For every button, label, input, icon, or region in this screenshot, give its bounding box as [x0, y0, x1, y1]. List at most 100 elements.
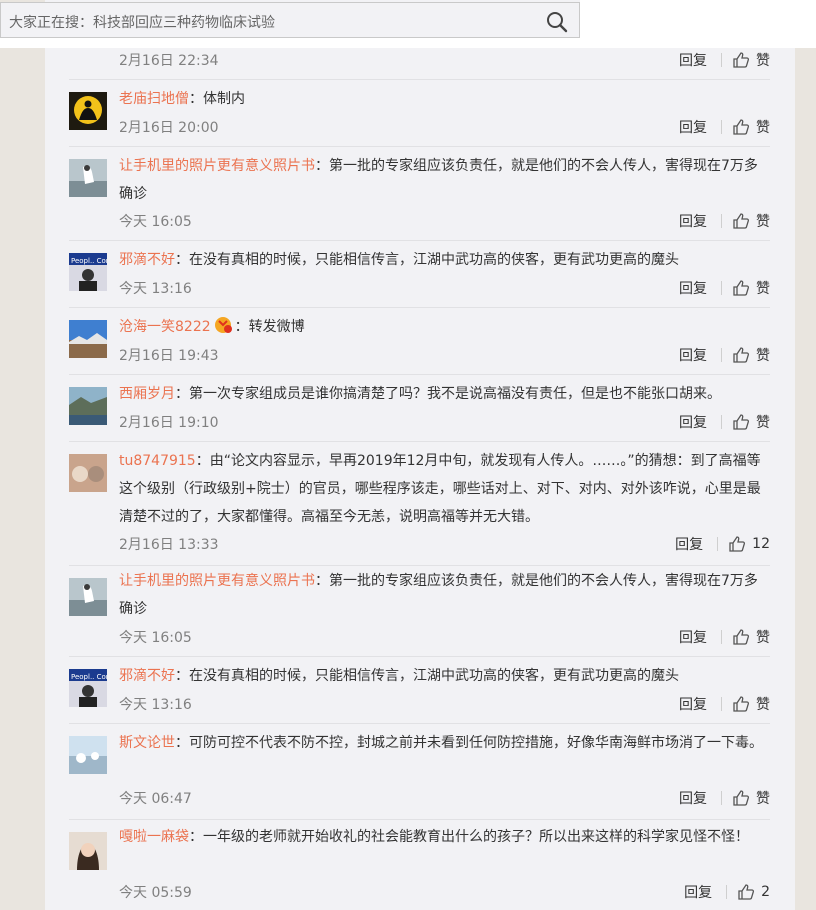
comment-body: 沧海一笑8222 ：转发微博: [119, 313, 769, 341]
thumbs-up-icon[interactable]: [732, 51, 750, 69]
comment-text: ：由“论文内容显示，早再2019年12月中旬，就发现有人传人。……。”的猜想：到…: [119, 453, 761, 525]
comment-body: 老庙扫地僧：体制内: [119, 85, 769, 113]
comment-text: ：一年级的老师就开始收礼的社会能教育出什么的孩子？所以出来这样的科学家见怪不怪！: [189, 829, 749, 845]
thumbs-up-icon[interactable]: [732, 346, 750, 364]
comment-item: 嘎啦一麻袋：一年级的老师就开始收礼的社会能教育出什么的孩子？所以出来这样的科学家…: [69, 820, 770, 908]
thumbs-up-icon[interactable]: [737, 883, 755, 901]
comment-item: 让手机里的照片更有意义照片书：第一批的专家组应该负责任，就是他们的不会人传人，害…: [69, 147, 770, 241]
comment-actions: 回复 赞: [679, 211, 770, 231]
avatar[interactable]: Peopl.. Cong: [69, 669, 107, 707]
thumbs-up-icon[interactable]: [732, 413, 750, 431]
avatar-image: [69, 387, 107, 425]
search-icon[interactable]: [546, 11, 568, 33]
search-bar[interactable]: 大家正在搜：科技部回应三种药物临床试验: [0, 2, 580, 38]
like-count[interactable]: 赞: [756, 627, 770, 647]
reply-button[interactable]: 回复: [679, 788, 707, 808]
like-count[interactable]: 赞: [756, 117, 770, 137]
thumbs-up-icon[interactable]: [732, 789, 750, 807]
divider: [726, 885, 728, 899]
comment-item: 让手机里的照片更有意义照片书：第一批的专家组应该负责任，就是他们的不会人传人，害…: [69, 566, 770, 657]
comment-actions: 回复 赞: [679, 117, 770, 137]
divider: [721, 214, 722, 228]
comment-body: 邪滴不好：在没有真相的时候，只能相信传言，江湖中武功高的侠客，更有武功更高的魔头: [119, 246, 769, 274]
top-bar: [580, 0, 816, 48]
like-count[interactable]: 赞: [756, 412, 770, 432]
comment-text: ：可防可控不代表不防不控，封城之前并未看到任何防控措施，好像华南海鲜市场消了一下…: [175, 735, 763, 751]
thumbs-up-icon[interactable]: [732, 279, 750, 297]
comment-item: 西厢岁月：第一次专家组成员是谁你搞清楚了吗？我不是说高福没有责任，但是也不能张口…: [69, 375, 770, 442]
reply-button[interactable]: 回复: [679, 627, 707, 647]
avatar-image: Peopl.. Cong: [69, 253, 107, 291]
comment-actions: 回复 12: [675, 534, 770, 554]
comment-time: 今天 16:05: [119, 630, 192, 646]
thumbs-up-icon[interactable]: [732, 212, 750, 230]
divider: [721, 791, 722, 805]
username-link[interactable]: 邪滴不好: [119, 252, 175, 268]
thumbs-up-icon[interactable]: [728, 535, 746, 553]
avatar[interactable]: [69, 578, 107, 616]
username-link[interactable]: tu8747915: [119, 453, 196, 469]
avatar-image: [69, 92, 107, 130]
reply-button[interactable]: 回复: [679, 345, 707, 365]
like-count[interactable]: 赞: [756, 788, 770, 808]
reply-button[interactable]: 回复: [679, 694, 707, 714]
avatar[interactable]: [69, 387, 107, 425]
avatar[interactable]: [69, 320, 107, 358]
comment-time: 今天 13:16: [119, 697, 192, 713]
comment-body: 邪滴不好：在没有真相的时候，只能相信传言，江湖中武功高的侠客，更有武功更高的魔头: [119, 662, 769, 690]
like-count[interactable]: 赞: [756, 50, 770, 70]
reply-button[interactable]: 回复: [684, 882, 712, 902]
username-link[interactable]: 斯文论世: [119, 735, 175, 751]
username-link[interactable]: 让手机里的照片更有意义照片书: [119, 158, 315, 174]
comment-item: tu8747915：由“论文内容显示，早再2019年12月中旬，就发现有人传人。…: [69, 442, 770, 566]
thumbs-up-icon[interactable]: [732, 628, 750, 646]
reply-button[interactable]: 回复: [679, 211, 707, 231]
avatar[interactable]: [69, 454, 107, 492]
comment-time: 2月16日 13:33: [119, 537, 219, 553]
svg-text:Peopl.. Cong: Peopl.. Cong: [71, 673, 107, 681]
like-count[interactable]: 12: [752, 536, 770, 552]
avatar[interactable]: [69, 92, 107, 130]
comment-text: ：在没有真相的时候，只能相信传言，江湖中武功高的侠客，更有武功更高的魔头: [175, 668, 679, 684]
divider: [721, 630, 722, 644]
avatar[interactable]: [69, 159, 107, 197]
comment-body: 西厢岁月：第一次专家组成员是谁你搞清楚了吗？我不是说高福没有责任，但是也不能张口…: [119, 380, 769, 408]
thumbs-up-icon[interactable]: [732, 695, 750, 713]
comment-actions: 回复 赞: [679, 50, 770, 70]
comment-body: 嘎啦一麻袋：一年级的老师就开始收礼的社会能教育出什么的孩子？所以出来这样的科学家…: [119, 823, 769, 851]
thumbs-up-icon[interactable]: [732, 118, 750, 136]
avatar[interactable]: [69, 832, 107, 870]
avatar-image: [69, 736, 107, 774]
reply-button[interactable]: 回复: [679, 117, 707, 137]
comment-item: 老庙扫地僧：体制内 2月16日 20:00 回复 赞: [69, 80, 770, 147]
comment-actions: 回复 2: [684, 882, 770, 902]
username-link[interactable]: 邪滴不好: [119, 668, 175, 684]
like-count[interactable]: 赞: [756, 694, 770, 714]
like-count[interactable]: 赞: [756, 345, 770, 365]
search-placeholder: 大家正在搜：科技部回应三种药物临床试验: [9, 15, 275, 31]
username-link[interactable]: 老庙扫地僧: [119, 91, 189, 107]
username-link[interactable]: 沧海一笑8222: [119, 319, 211, 335]
username-link[interactable]: 嘎啦一麻袋: [119, 829, 189, 845]
username-link[interactable]: 西厢岁月: [119, 386, 175, 402]
like-count[interactable]: 赞: [756, 278, 770, 298]
reply-button[interactable]: 回复: [679, 278, 707, 298]
comment-actions: 回复 赞: [679, 345, 770, 365]
divider: [721, 53, 722, 67]
avatar[interactable]: Peopl.. Cong: [69, 253, 107, 291]
comment-item: 斯文论世：可防可控不代表不防不控，封城之前并未看到任何防控措施，好像华南海鲜市场…: [69, 724, 770, 820]
avatar-image: [69, 832, 107, 870]
comment-time: 今天 16:05: [119, 214, 192, 230]
reply-button[interactable]: 回复: [679, 50, 707, 70]
reply-button[interactable]: 回复: [679, 412, 707, 432]
comment-time: 2月16日 20:00: [119, 120, 219, 136]
comment-time: 今天 13:16: [119, 281, 192, 297]
like-count[interactable]: 2: [761, 884, 770, 900]
comment-body: tu8747915：由“论文内容显示，早再2019年12月中旬，就发现有人传人。…: [119, 447, 769, 531]
reply-button[interactable]: 回复: [675, 534, 703, 554]
avatar[interactable]: [69, 736, 107, 774]
divider: [721, 348, 722, 362]
like-count[interactable]: 赞: [756, 211, 770, 231]
divider: [721, 415, 722, 429]
username-link[interactable]: 让手机里的照片更有意义照片书: [119, 573, 315, 589]
